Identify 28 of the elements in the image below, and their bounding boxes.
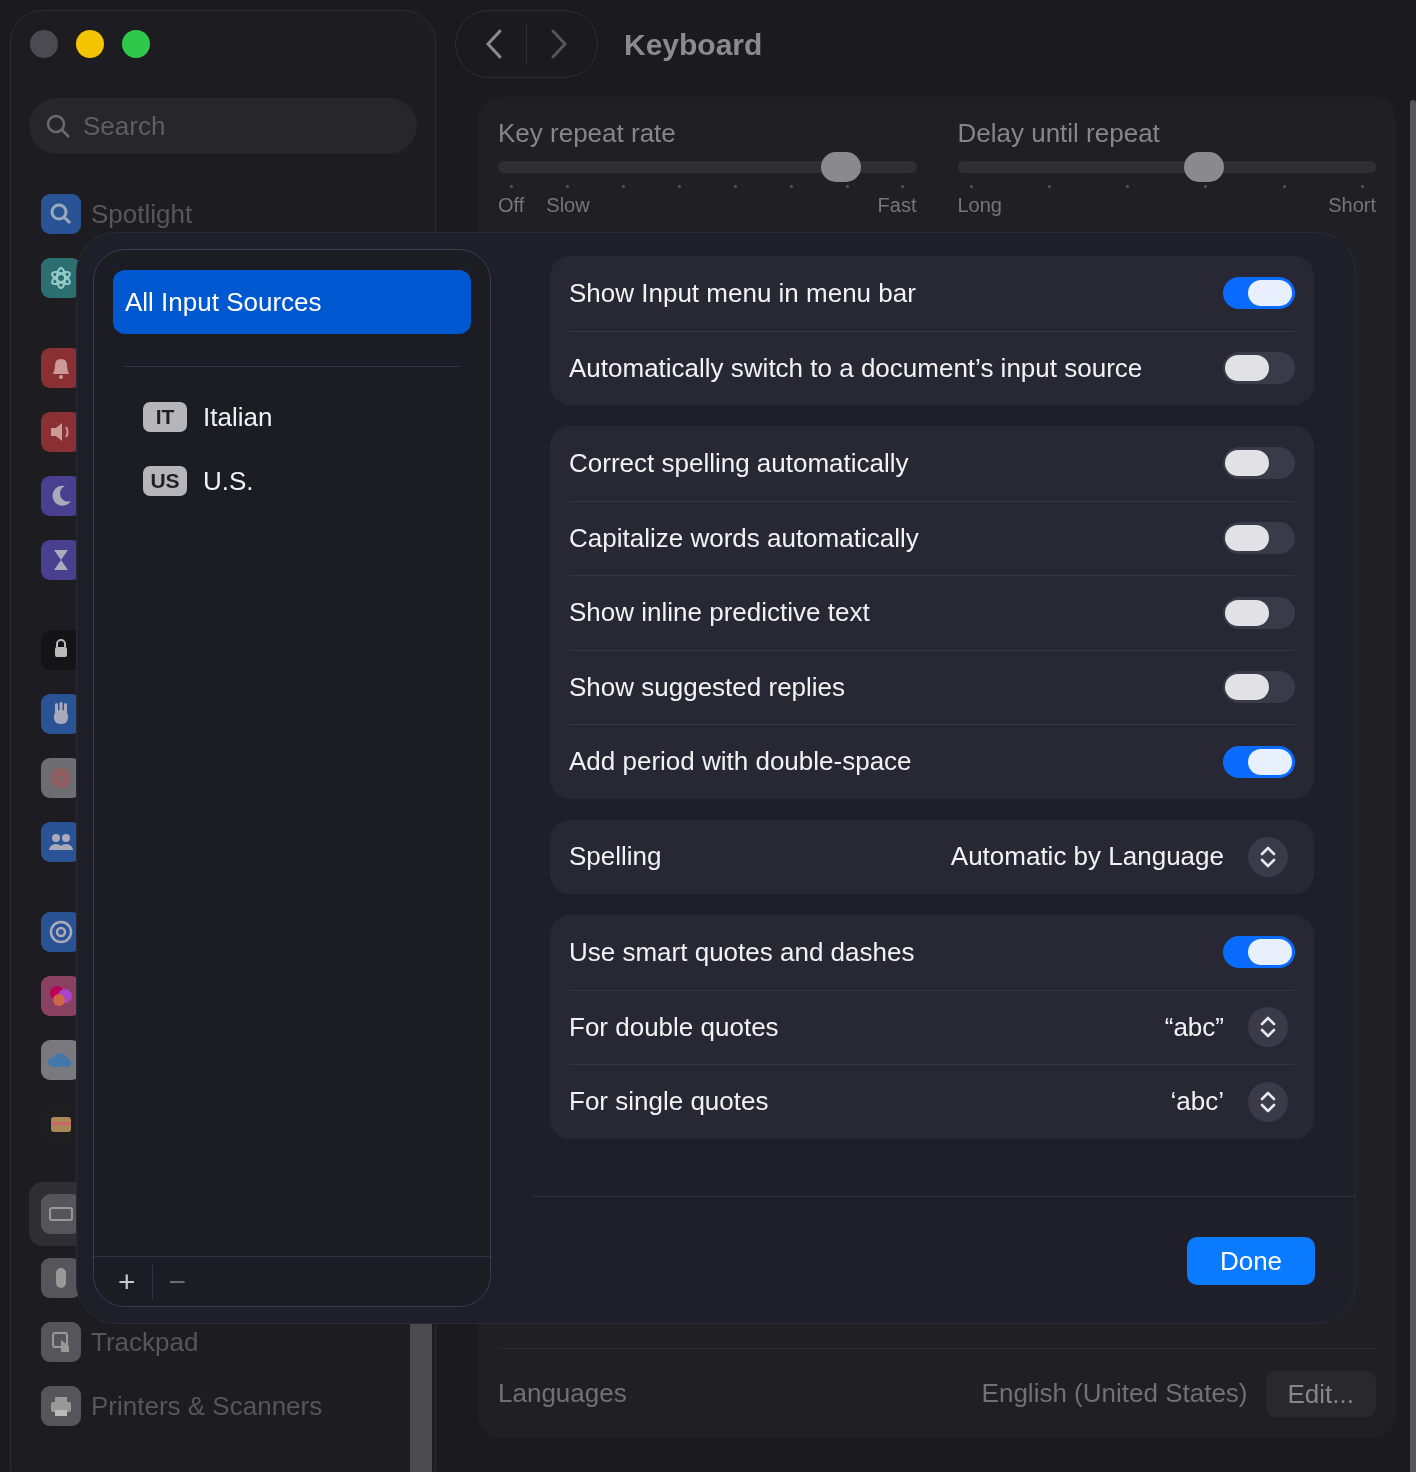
setting-label: Use smart quotes and dashes xyxy=(569,935,916,969)
language-badge: IT xyxy=(143,402,187,432)
setting-label: For single quotes xyxy=(569,1085,770,1119)
row-value: English (United States) xyxy=(981,1377,1248,1410)
popup-value: ‘abc’ xyxy=(1170,1085,1224,1119)
row-label: Languages xyxy=(498,1377,627,1410)
slider-label: Key repeat rate xyxy=(498,117,677,150)
source-label: U.S. xyxy=(203,464,254,498)
popup-value: “abc” xyxy=(1164,1010,1224,1044)
setting-label: For double quotes xyxy=(569,1010,780,1044)
setting-label: Capitalize words automatically xyxy=(569,521,920,555)
slider-caption: Slow xyxy=(546,193,590,218)
source-label: Italian xyxy=(203,400,273,434)
slider-caption: Short xyxy=(1328,193,1376,218)
popup-value: Automatic by Language xyxy=(950,840,1224,874)
slider-caption: Long xyxy=(957,193,1002,218)
slider-caption: Fast xyxy=(877,193,917,218)
setting-label: Add period with double-space xyxy=(569,745,913,779)
setting-label: Spelling xyxy=(569,840,663,874)
setting-label: Automatically switch to a document’s input source xyxy=(569,351,1144,385)
slider-caption: Off xyxy=(498,193,525,218)
window-title: Keyboard xyxy=(624,26,763,63)
setting-label: Show suggested replies xyxy=(569,670,847,704)
slider-label: Delay until repeat xyxy=(957,117,1161,150)
language-badge: US xyxy=(143,466,187,496)
setting-label: Show inline predictive text xyxy=(569,596,871,630)
setting-label: Show Input menu in menu bar xyxy=(569,276,917,310)
setting-label: Correct spelling automatically xyxy=(569,446,910,480)
